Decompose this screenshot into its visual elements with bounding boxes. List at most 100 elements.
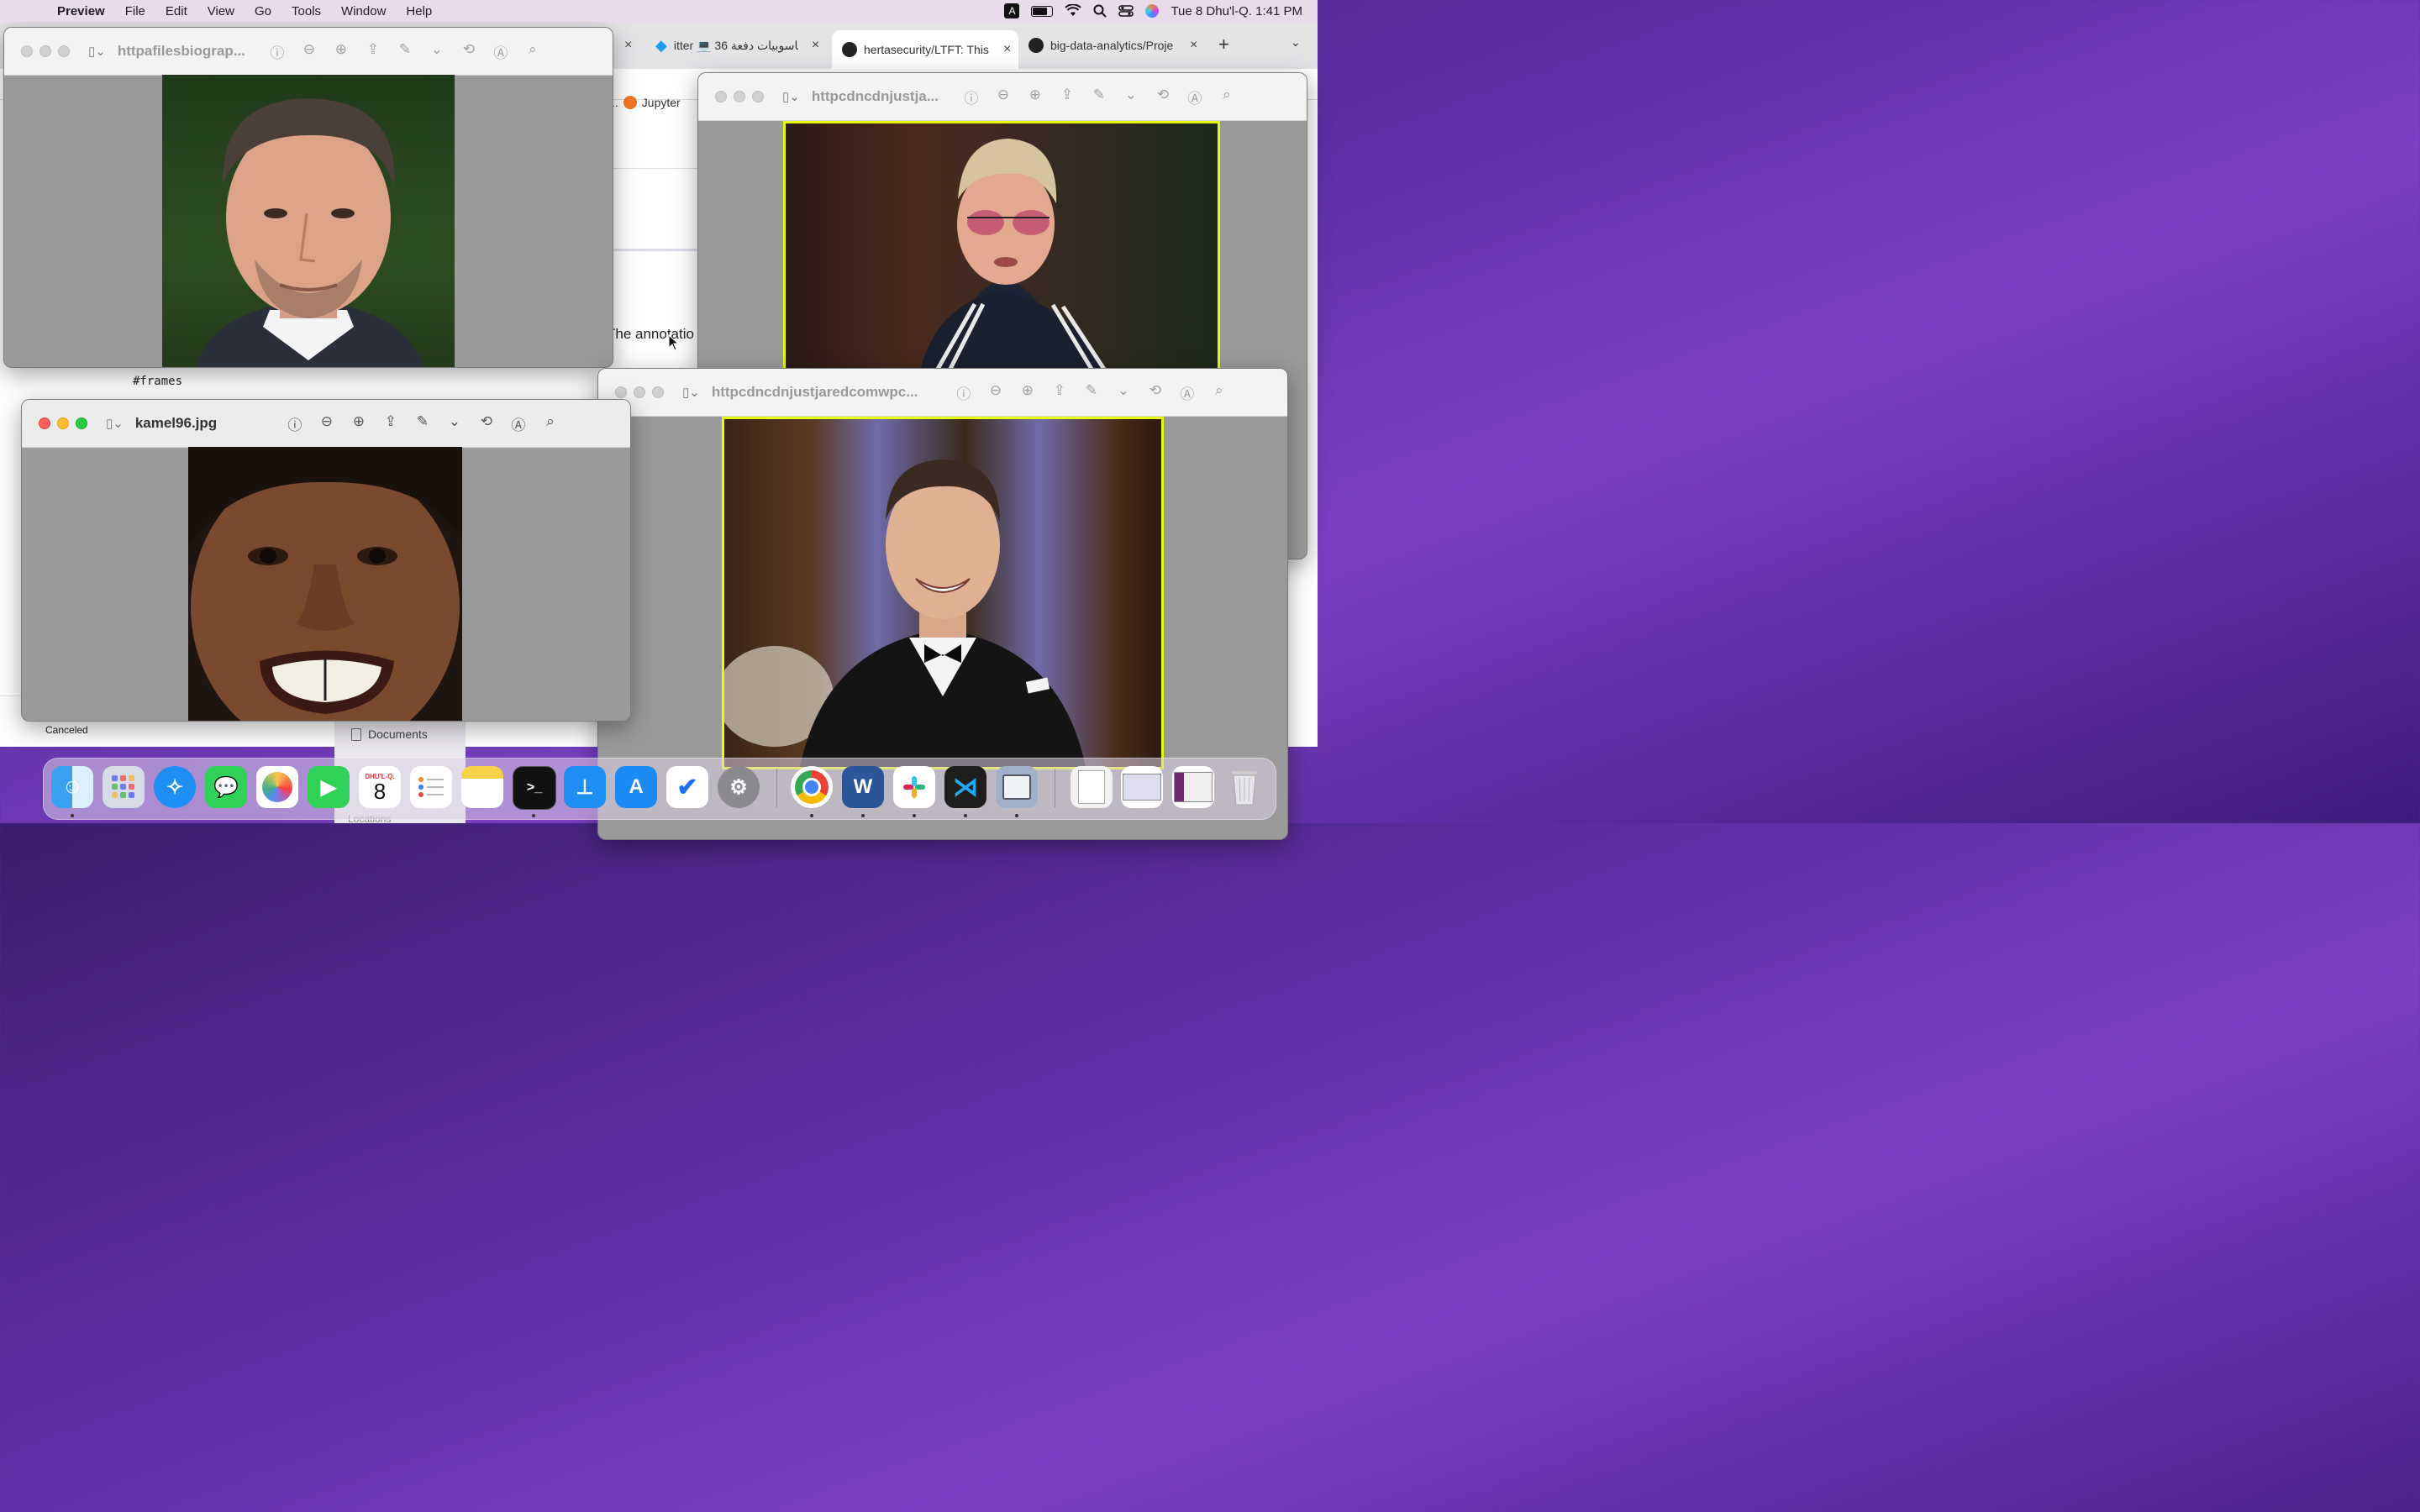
zoom-out-icon[interactable]: ⊖ [301,41,318,62]
zoom-button[interactable] [76,417,87,429]
chevron-down-icon[interactable]: ⌄ [446,413,463,434]
close-button[interactable] [21,45,33,57]
markup-pen-icon[interactable]: ✎ [414,413,431,434]
siri-icon[interactable] [1145,4,1160,18]
zoom-in-icon[interactable]: ⊕ [1027,87,1044,108]
browser-tab-partial[interactable]: × [618,32,632,59]
search-icon[interactable]: ⌕ [542,413,559,434]
document-stack-icon[interactable] [1071,766,1113,808]
finder-icon[interactable]: ☺ [51,766,93,808]
preview-window-3[interactable]: ▯⌄ kamel96.jpg ⓘ ⊖ ⊕ ⇪ ✎ ⌄ ⟲ Ⓐ ⌕ [21,399,631,722]
zoom-button[interactable] [752,91,764,102]
messages-icon[interactable]: 💬 [205,766,247,808]
zoom-button[interactable] [58,45,70,57]
sidebar-toggle-icon[interactable]: ▯⌄ [88,44,106,59]
minimize-button[interactable] [57,417,69,429]
zoom-in-icon[interactable]: ⊕ [1019,382,1036,403]
markup-icon[interactable]: Ⓐ [1186,87,1203,108]
rotate-icon[interactable]: ⟲ [460,41,477,62]
markup-icon[interactable]: Ⓐ [492,41,509,62]
menu-app-name[interactable]: Preview [47,4,115,18]
info-icon[interactable]: ⓘ [269,41,286,62]
spotlight-search-icon[interactable] [1093,4,1107,18]
menu-window[interactable]: Window [331,4,396,18]
control-center-icon[interactable] [1118,4,1134,18]
zoom-out-icon[interactable]: ⊖ [318,413,335,434]
markup-pen-icon[interactable]: ✎ [1091,87,1107,108]
minimize-button[interactable] [634,386,645,398]
trash-icon[interactable] [1223,766,1265,808]
reminders-icon[interactable] [410,766,452,808]
menubar-clock[interactable]: Tue 8 Dhu'l-Q. 1:41 PM [1171,4,1302,18]
menu-edit[interactable]: Edit [155,4,197,18]
new-tab-icon[interactable]: + [1218,34,1229,55]
todo-icon[interactable]: ✔ [666,766,708,808]
close-button[interactable] [615,386,627,398]
share-icon[interactable]: ⇪ [382,413,399,434]
rotate-icon[interactable]: ⟲ [478,413,495,434]
search-icon[interactable]: ⌕ [1211,382,1228,403]
system-preferences-icon[interactable]: ⚙ [718,766,760,808]
chevron-down-icon[interactable]: ⌄ [1115,382,1132,403]
close-button[interactable] [39,417,50,429]
tab-close-icon[interactable]: × [624,38,632,53]
share-icon[interactable]: ⇪ [1051,382,1068,403]
zoom-out-icon[interactable]: ⊖ [987,382,1004,403]
markup-icon[interactable]: Ⓐ [510,413,527,434]
tab-close-icon[interactable]: × [812,38,819,53]
sidebar-toggle-icon[interactable]: ▯⌄ [782,89,800,104]
info-icon[interactable]: ⓘ [963,87,980,108]
search-icon[interactable]: ⌕ [524,41,541,62]
menu-tools[interactable]: Tools [281,4,331,18]
menu-help[interactable]: Help [396,4,442,18]
tab-close-icon[interactable]: × [1190,38,1197,53]
photos-icon[interactable] [256,766,298,808]
markup-pen-icon[interactable]: ✎ [1083,382,1100,403]
bookmark-jupyter[interactable]: Jupyter [642,96,681,109]
info-icon[interactable]: ⓘ [955,382,972,403]
zoom-in-icon[interactable]: ⊕ [350,413,367,434]
slack-icon[interactable] [893,766,935,808]
search-icon[interactable]: ⌕ [1218,87,1235,108]
browser-tab-big-data[interactable]: big-data-analytics/Proje × [1028,32,1201,59]
word-icon[interactable]: W [842,766,884,808]
menu-file[interactable]: File [115,4,155,18]
safari-icon[interactable]: ✧ [154,766,196,808]
info-icon[interactable]: ⓘ [287,413,303,434]
terminal-icon[interactable]: >_ [513,766,556,810]
battery-icon[interactable] [1031,5,1054,17]
vscode-icon[interactable]: ⋊ [944,766,986,808]
share-icon[interactable]: ⇪ [365,41,381,62]
finder-documents-item[interactable]: Documents [351,727,428,741]
keynote-icon[interactable]: ⊥ [564,766,606,808]
sidebar-toggle-icon[interactable]: ▯⌄ [106,416,124,431]
zoom-button[interactable] [652,386,664,398]
calendar-icon[interactable]: DHU'L-Q. 8 [359,766,401,808]
close-button[interactable] [715,91,727,102]
chrome-icon[interactable] [791,766,833,808]
notes-icon[interactable] [461,766,503,808]
recent-window-thumbnail[interactable] [1172,766,1214,808]
minimize-button[interactable] [39,45,51,57]
launchpad-icon[interactable] [103,766,145,808]
recent-window-thumbnail[interactable] [1121,766,1163,808]
chevron-down-icon[interactable]: ⌄ [429,41,445,62]
tab-search-chevron-icon[interactable]: ⌄ [1291,35,1301,50]
preview-icon[interactable] [996,766,1038,808]
sidebar-toggle-icon[interactable]: ▯⌄ [682,385,700,400]
zoom-in-icon[interactable]: ⊕ [333,41,350,62]
facetime-icon[interactable]: ▶ [308,766,350,808]
browser-tab-twitter[interactable]: ◆ itter 💻 حاسوبيات دفعة 36 × [655,32,828,59]
keyboard-input-icon[interactable]: A [1004,3,1020,18]
chevron-down-icon[interactable]: ⌄ [1123,87,1139,108]
preview-window-1[interactable]: ▯⌄ httpafilesbiograp... ⓘ ⊖ ⊕ ⇪ ✎ ⌄ ⟲ Ⓐ … [3,27,613,368]
rotate-icon[interactable]: ⟲ [1155,87,1171,108]
minimize-button[interactable] [734,91,745,102]
markup-icon[interactable]: Ⓐ [1179,382,1196,403]
menu-go[interactable]: Go [245,4,281,18]
zoom-out-icon[interactable]: ⊖ [995,87,1012,108]
wifi-icon[interactable] [1065,4,1082,18]
tab-close-icon[interactable]: × [1003,42,1011,57]
markup-pen-icon[interactable]: ✎ [397,41,413,62]
menu-view[interactable]: View [197,4,245,18]
